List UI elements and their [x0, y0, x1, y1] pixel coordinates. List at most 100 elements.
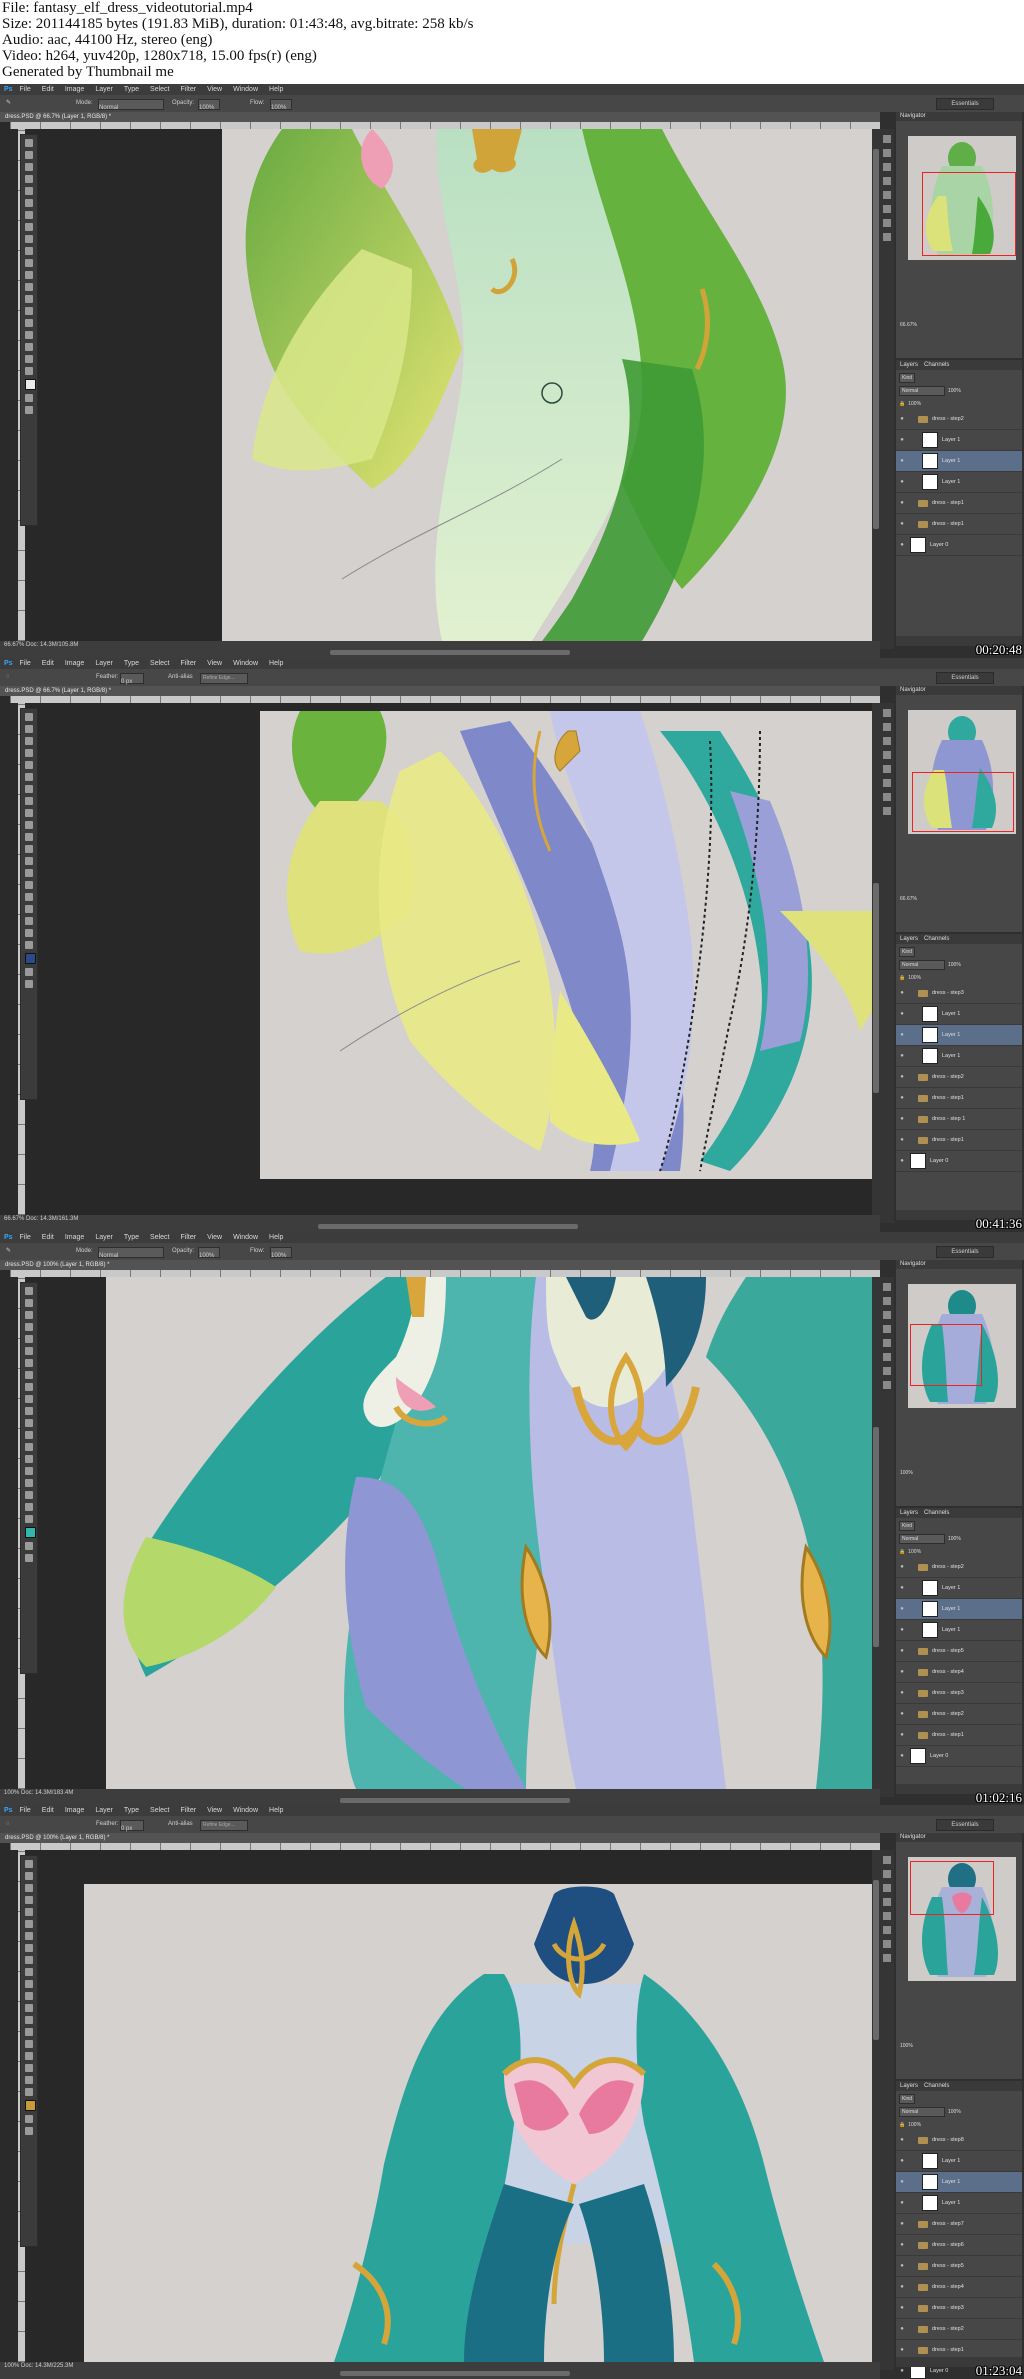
navigator-tab[interactable]: Navigator: [896, 1833, 1022, 1842]
properties-icon[interactable]: [883, 219, 891, 227]
workspace-select[interactable]: Essentials: [936, 1246, 994, 1258]
history-icon[interactable]: [883, 135, 891, 143]
foreground-color-icon[interactable]: [25, 379, 36, 390]
adjustments-icon[interactable]: [883, 1926, 891, 1934]
visibility-eye-icon[interactable]: ●: [898, 2200, 906, 2206]
canvas-paper[interactable]: [260, 711, 872, 1179]
shape-tool-icon[interactable]: [25, 917, 33, 925]
move-tool-icon[interactable]: [25, 139, 33, 147]
menu-help[interactable]: Help: [269, 1232, 283, 1243]
visibility-eye-icon[interactable]: ●: [898, 2263, 906, 2269]
actions-icon[interactable]: [883, 149, 891, 157]
menu-image[interactable]: Image: [65, 1805, 84, 1816]
menu-filter[interactable]: Filter: [181, 1232, 197, 1243]
eyedropper-tool-icon[interactable]: [25, 1347, 33, 1355]
actions-icon[interactable]: [883, 1297, 891, 1305]
paragraph-icon[interactable]: [883, 1954, 891, 1962]
tab-channels[interactable]: Channels: [924, 2083, 949, 2089]
adjustments-icon[interactable]: [883, 779, 891, 787]
horizontal-scrollbar[interactable]: [340, 2371, 570, 2376]
menu-filter[interactable]: Filter: [181, 84, 197, 95]
canvas-area[interactable]: [26, 1850, 880, 2362]
properties-icon[interactable]: [883, 1367, 891, 1375]
tab-layers[interactable]: Layers: [900, 1510, 918, 1516]
layer-group-row[interactable]: ● dress - step2: [896, 1557, 1022, 1578]
anti-alias-checkbox[interactable]: Anti-alias: [168, 1816, 193, 1833]
layer-opacity-value[interactable]: 100%: [948, 962, 961, 968]
navigator-view-rect[interactable]: [912, 772, 1014, 832]
layer-opacity-value[interactable]: 100%: [948, 2109, 961, 2115]
blur-tool-icon[interactable]: [25, 283, 33, 291]
layer-row[interactable]: ● Layer 1: [896, 1599, 1022, 1620]
horizontal-scrollbar[interactable]: [318, 1224, 578, 1229]
foreground-color-icon[interactable]: [25, 953, 36, 964]
foreground-color-icon[interactable]: [25, 1527, 36, 1538]
layer-group-row[interactable]: ● dress - step8: [896, 2130, 1022, 2151]
tab-channels[interactable]: Channels: [924, 936, 949, 942]
shape-tool-icon[interactable]: [25, 1491, 33, 1499]
tab-layers[interactable]: Layers: [900, 2083, 918, 2089]
swatches-icon[interactable]: [883, 1898, 891, 1906]
hand-tool-icon[interactable]: [25, 2076, 33, 2084]
swatches-icon[interactable]: [883, 751, 891, 759]
navigator-tab[interactable]: Navigator: [896, 1260, 1022, 1269]
canvas-area[interactable]: [26, 1277, 880, 1789]
dodge-tool-icon[interactable]: [25, 295, 33, 303]
fill-value[interactable]: 100%: [908, 975, 921, 981]
swatches-icon[interactable]: [883, 1325, 891, 1333]
menu-view[interactable]: View: [207, 1232, 222, 1243]
zoom-tool-icon[interactable]: [25, 941, 33, 949]
workspace-select[interactable]: Essentials: [936, 1819, 994, 1831]
document-tab[interactable]: dress.PSD @ 66.7% (Layer 1, RGB/8) *: [0, 686, 880, 696]
navigator-thumbnail[interactable]: [908, 710, 1016, 834]
color-icon[interactable]: [883, 737, 891, 745]
layer-group-row[interactable]: ● dress - step2: [896, 2319, 1022, 2340]
menu-edit[interactable]: Edit: [42, 84, 54, 95]
crop-tool-icon[interactable]: [25, 187, 33, 195]
visibility-eye-icon[interactable]: ●: [898, 2326, 906, 2332]
layer-row[interactable]: ● Layer 1: [896, 1046, 1022, 1067]
lasso-tool-icon[interactable]: ◌: [6, 669, 10, 686]
crop-tool-icon[interactable]: [25, 761, 33, 769]
menu-edit[interactable]: Edit: [42, 658, 54, 669]
color-icon[interactable]: [883, 163, 891, 171]
pen-tool-icon[interactable]: [25, 1455, 33, 1463]
gradient-tool-icon[interactable]: [25, 1419, 33, 1427]
visibility-eye-icon[interactable]: ●: [898, 2305, 906, 2311]
visibility-eye-icon[interactable]: ●: [898, 1011, 906, 1017]
wand-tool-icon[interactable]: [25, 1323, 33, 1331]
visibility-eye-icon[interactable]: ●: [898, 2368, 906, 2374]
layer-group-row[interactable]: ● dress - step4: [896, 1662, 1022, 1683]
path-select-icon[interactable]: [25, 2052, 33, 2060]
visibility-eye-icon[interactable]: ●: [898, 1585, 906, 1591]
flow-field[interactable]: 100%: [270, 99, 292, 111]
menu-view[interactable]: View: [207, 1805, 222, 1816]
properties-icon[interactable]: [883, 793, 891, 801]
blend-mode-select[interactable]: Normal: [899, 959, 945, 970]
history-brush-icon[interactable]: [25, 1395, 33, 1403]
type-tool-icon[interactable]: [25, 1467, 33, 1475]
type-tool-icon[interactable]: [25, 2040, 33, 2048]
menu-window[interactable]: Window: [233, 658, 258, 669]
history-brush-icon[interactable]: [25, 821, 33, 829]
eraser-tool-icon[interactable]: [25, 833, 33, 841]
blur-tool-icon[interactable]: [25, 1431, 33, 1439]
document-tab[interactable]: dress.PSD @ 66.7% (Layer 1, RGB/8) *: [0, 112, 880, 122]
layer-group-row[interactable]: ● dress - step1: [896, 1130, 1022, 1151]
scroll-thumb[interactable]: [873, 1880, 879, 2040]
layer-group-row[interactable]: ● dress - step2: [896, 1067, 1022, 1088]
menu-select[interactable]: Select: [150, 84, 169, 95]
eraser-tool-icon[interactable]: [25, 1407, 33, 1415]
brush-presets-icon[interactable]: [883, 1339, 891, 1347]
tab-channels[interactable]: Channels: [924, 362, 949, 368]
document-tab[interactable]: dress.PSD @ 100% (Layer 1, RGB/8) *: [0, 1260, 880, 1270]
screen-mode-icon[interactable]: [25, 406, 33, 414]
move-tool-icon[interactable]: [25, 1860, 33, 1868]
layer-group-row[interactable]: ● dress - step1: [896, 493, 1022, 514]
adjustments-icon[interactable]: [883, 1353, 891, 1361]
navigator-tab[interactable]: Navigator: [896, 686, 1022, 695]
layer-group-row[interactable]: ● dress - step1: [896, 514, 1022, 535]
type-tool-icon[interactable]: [25, 893, 33, 901]
menu-window[interactable]: Window: [233, 1232, 258, 1243]
workspace-select[interactable]: Essentials: [936, 672, 994, 684]
